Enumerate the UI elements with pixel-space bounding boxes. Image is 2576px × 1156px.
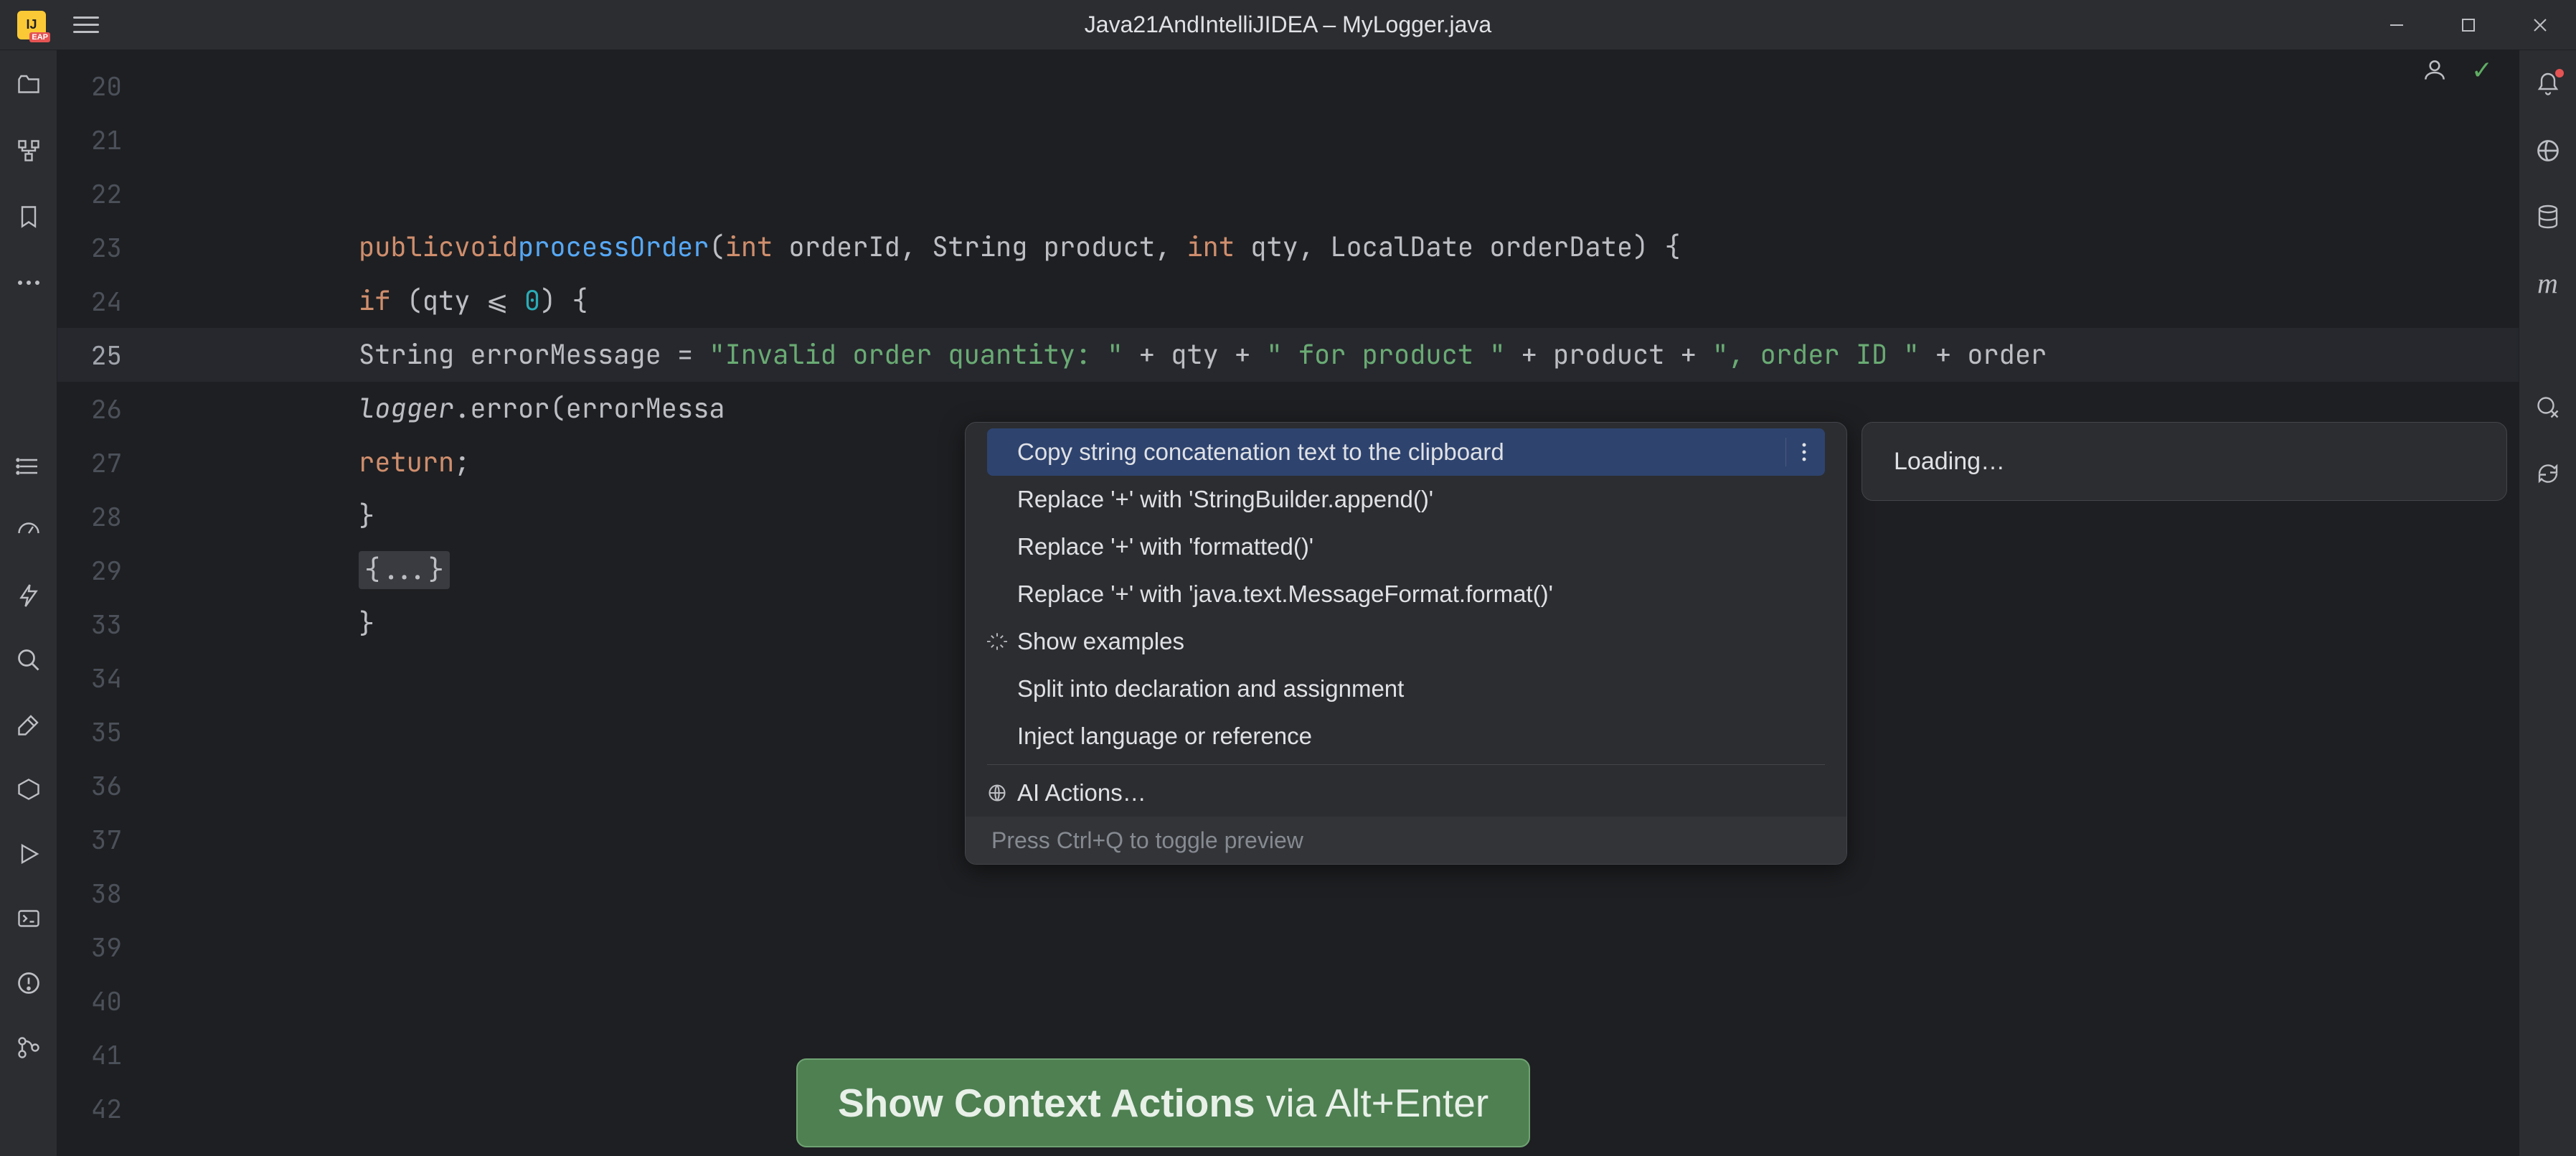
line-number: 25: [57, 338, 122, 372]
action-replace-formatted[interactable]: Replace '+' with 'formatted()': [966, 523, 1846, 570]
sparkle-icon: [987, 631, 1007, 652]
line-number: 22: [57, 177, 122, 211]
line-number: 36: [57, 769, 122, 803]
vcs-icon[interactable]: [14, 1033, 43, 1062]
line-number: 34: [57, 661, 122, 695]
action-inject-language[interactable]: Inject language or reference: [966, 713, 1846, 760]
search-icon[interactable]: [14, 646, 43, 675]
dashboard-icon[interactable]: [14, 517, 43, 545]
loading-popup: Loading…: [1862, 422, 2507, 501]
line-number: 27: [57, 446, 122, 480]
context-actions-popup: Copy string concatenation text to the cl…: [965, 422, 1847, 865]
line-number: 38: [57, 876, 122, 911]
hammer-icon[interactable]: [14, 710, 43, 739]
sync-icon[interactable]: [2534, 459, 2562, 488]
close-button[interactable]: [2504, 0, 2576, 50]
presentation-banner: Show Context Actions via Alt+Enter: [796, 1058, 1530, 1147]
action-replace-stringbuilder[interactable]: Replace '+' with 'StringBuilder.append()…: [966, 476, 1846, 523]
todo-icon[interactable]: [14, 452, 43, 481]
popup-footer: Press Ctrl+Q to toggle preview: [966, 817, 1846, 864]
bookmarks-icon[interactable]: [14, 202, 43, 231]
lightning-icon[interactable]: [14, 581, 43, 610]
line-number: 21: [57, 123, 122, 157]
terminal-icon[interactable]: [14, 904, 43, 933]
line-number: 24: [57, 284, 122, 319]
ai-icon: [987, 783, 1007, 803]
run-icon[interactable]: [14, 840, 43, 868]
problems-icon[interactable]: [14, 969, 43, 997]
hexagon-icon[interactable]: [14, 775, 43, 804]
line-number: 29: [57, 553, 122, 588]
line-number: 42: [57, 1091, 122, 1126]
maximize-button[interactable]: [2433, 0, 2504, 50]
gutter: 20 21 22 23 24 25💡 26 27 28 29 33 34 35 …: [57, 50, 187, 1135]
more-icon[interactable]: [1785, 438, 1808, 466]
line-number: 33: [57, 607, 122, 642]
line-number: 40: [57, 984, 122, 1018]
more-icon[interactable]: [14, 268, 43, 297]
action-copy-concat[interactable]: Copy string concatenation text to the cl…: [987, 428, 1825, 476]
line-number: 35: [57, 715, 122, 749]
action-show-examples[interactable]: Show examples: [966, 618, 1846, 665]
app-icon[interactable]: IJ: [17, 11, 46, 39]
action-split-declaration[interactable]: Split into declaration and assignment: [966, 665, 1846, 713]
main-menu-button[interactable]: [73, 17, 99, 33]
line-number: 26: [57, 392, 122, 426]
action-replace-messageformat[interactable]: Replace '+' with 'java.text.MessageForma…: [966, 570, 1846, 618]
coverage-icon[interactable]: [2534, 393, 2562, 422]
notifications-icon[interactable]: [2534, 70, 2562, 99]
window-controls: [2361, 0, 2576, 50]
line-number: 23: [57, 230, 122, 265]
window-title: Java21AndIntelliJIDEA – MyLogger.java: [1085, 11, 1491, 38]
project-icon[interactable]: [14, 70, 43, 99]
action-ai-actions[interactable]: AI Actions…: [966, 769, 1846, 817]
structure-icon[interactable]: [14, 136, 43, 165]
popup-separator: [987, 764, 1825, 765]
right-tool-rail: m: [2519, 50, 2576, 1156]
editor[interactable]: ✓ 20 21 22 23 24 25💡 26 27 28 29 33 34 3…: [57, 50, 2519, 1156]
line-number: 39: [57, 930, 122, 964]
line-number: 37: [57, 822, 122, 857]
maven-icon[interactable]: m: [2534, 268, 2562, 297]
code-fold[interactable]: {...}: [359, 551, 450, 589]
ai-assistant-icon[interactable]: [2534, 136, 2562, 165]
line-number: 41: [57, 1038, 122, 1072]
database-icon[interactable]: [2534, 202, 2562, 231]
title-bar: IJ Java21AndIntelliJIDEA – MyLogger.java: [0, 0, 2576, 50]
line-number: 20: [57, 69, 122, 103]
minimize-button[interactable]: [2361, 0, 2433, 50]
line-number: 28: [57, 499, 122, 534]
